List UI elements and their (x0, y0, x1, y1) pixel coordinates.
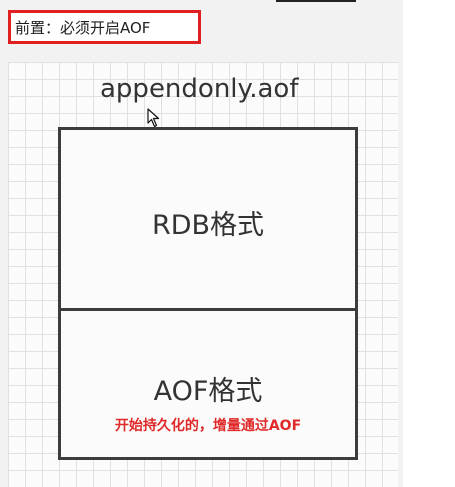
top-divider-line (276, 0, 356, 2)
prerequisite-callout: 前置：必须开启AOF (8, 10, 201, 44)
rdb-section: RDB格式 (61, 130, 355, 311)
aof-section: AOF格式 开始持久化的，增量通过AOF (61, 311, 355, 457)
aof-section-label: AOF格式 (153, 376, 263, 407)
prerequisite-text: 前置：必须开启AOF (15, 18, 151, 37)
mouse-pointer-icon (147, 108, 160, 128)
aof-file-box: RDB格式 AOF格式 开始持久化的，增量通过AOF (58, 127, 358, 460)
incremental-note: 开始持久化的，增量通过AOF (114, 418, 302, 434)
rdb-section-label: RDB格式 (151, 210, 265, 241)
aof-file-name: appendonly.aof (100, 74, 299, 104)
